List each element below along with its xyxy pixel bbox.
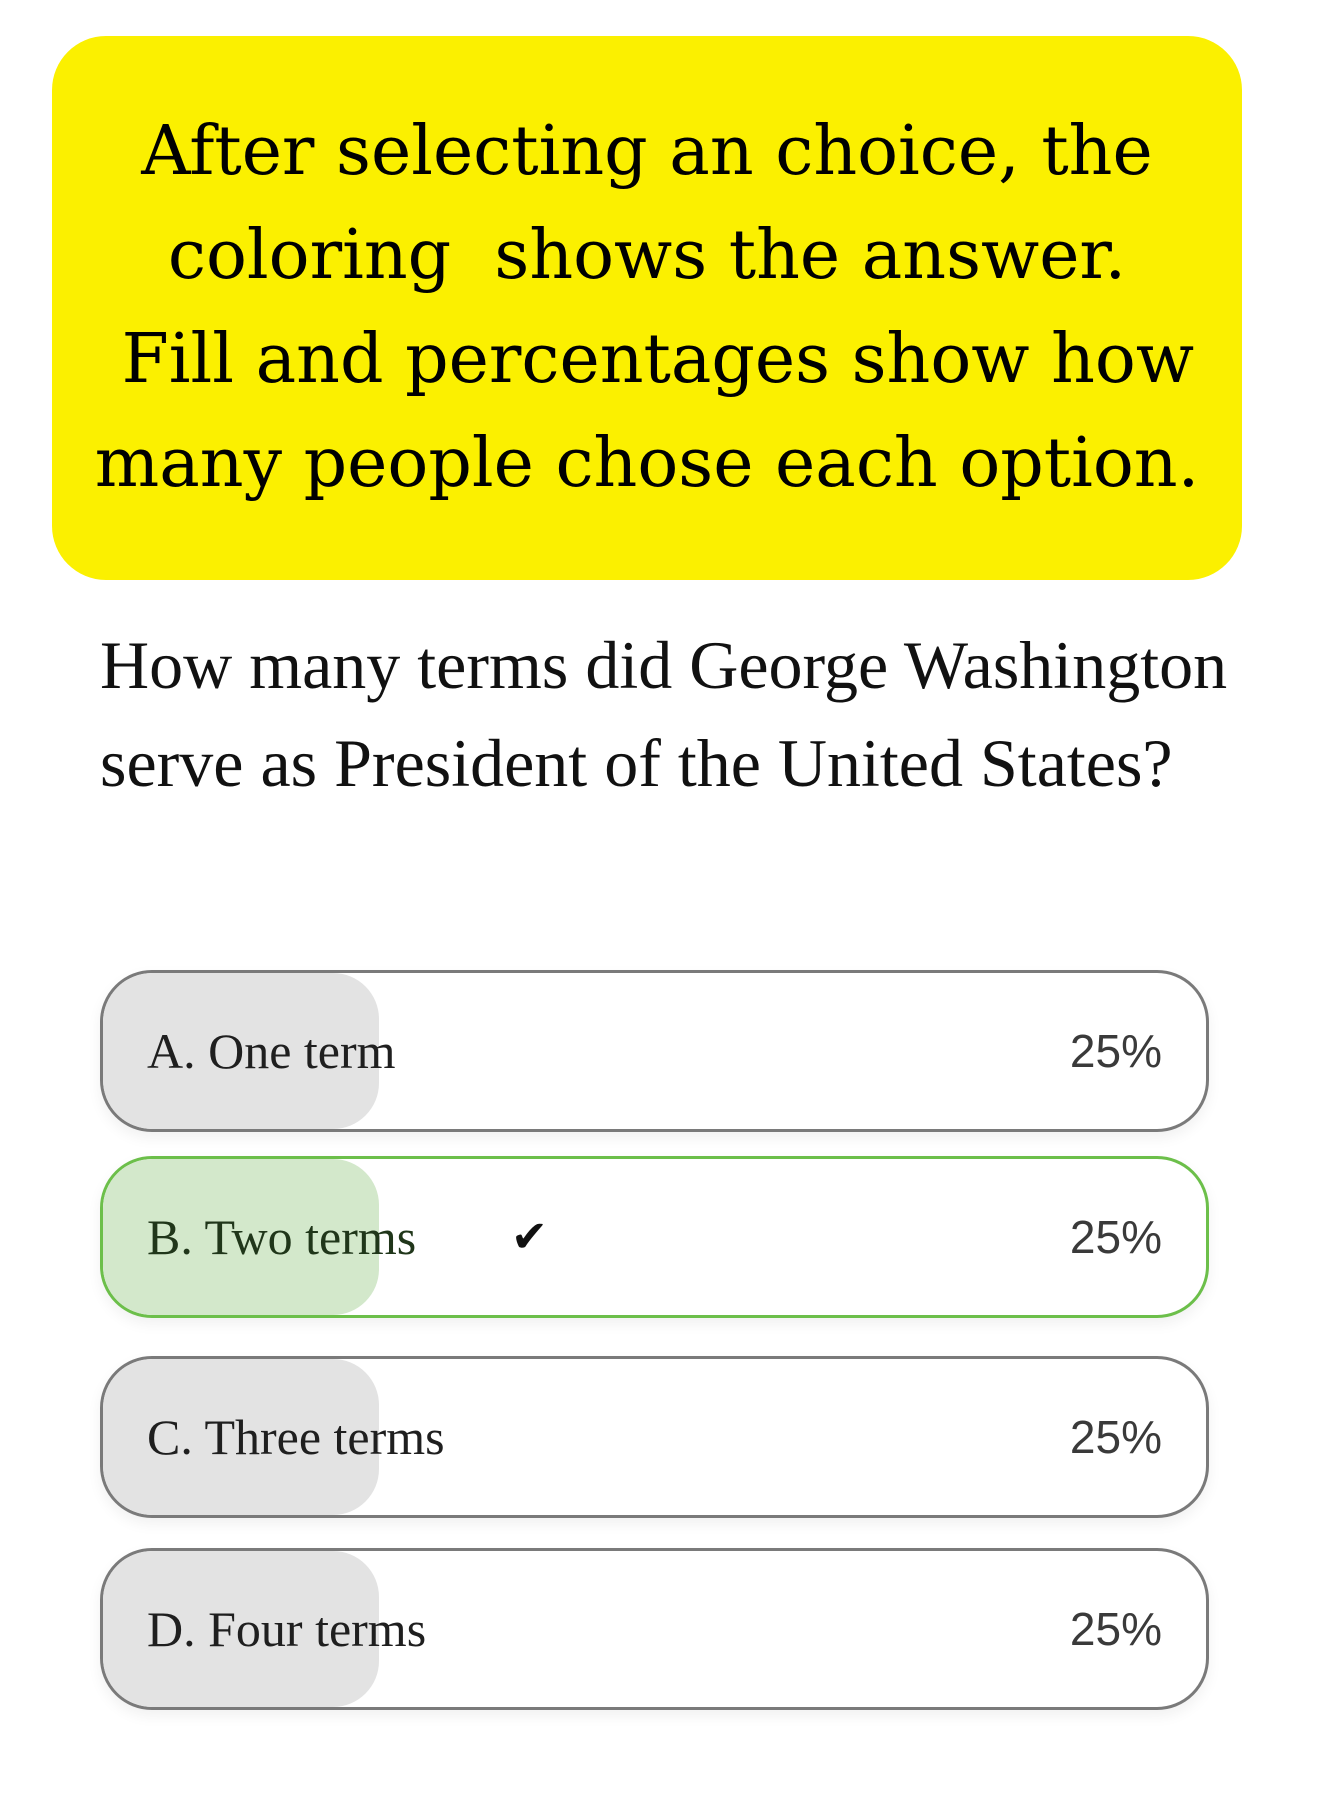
instruction-banner: After selecting an choice, the coloring … [52,36,1242,580]
option-label: D. Four terms [147,1601,427,1657]
option-c[interactable]: C. Three terms 25% [100,1356,1209,1518]
option-d[interactable]: D. Four terms 25% [100,1548,1209,1710]
option-a[interactable]: A. One term 25% [100,970,1209,1132]
checkmark-icon: ✔ [511,1211,548,1263]
option-percentage: 25% [1069,1411,1162,1463]
banner-line: coloring shows the answer. [167,216,1127,295]
option-label: C. Three terms [147,1409,445,1465]
banner-line: many people chose each option. [94,424,1200,503]
option-percentage: 25% [1069,1025,1162,1077]
option-label: B. Two terms [147,1209,417,1265]
banner-line: After selecting an choice, the [141,112,1153,191]
option-b[interactable]: B. Two terms ✔ 25% [100,1156,1209,1318]
option-percentage: 25% [1069,1211,1162,1263]
question-text: How many terms did George Washington ser… [100,627,1228,801]
banner-line: Fill and percentages show how [99,320,1195,399]
option-label: A. One term [147,1023,396,1079]
option-percentage: 25% [1069,1603,1162,1655]
